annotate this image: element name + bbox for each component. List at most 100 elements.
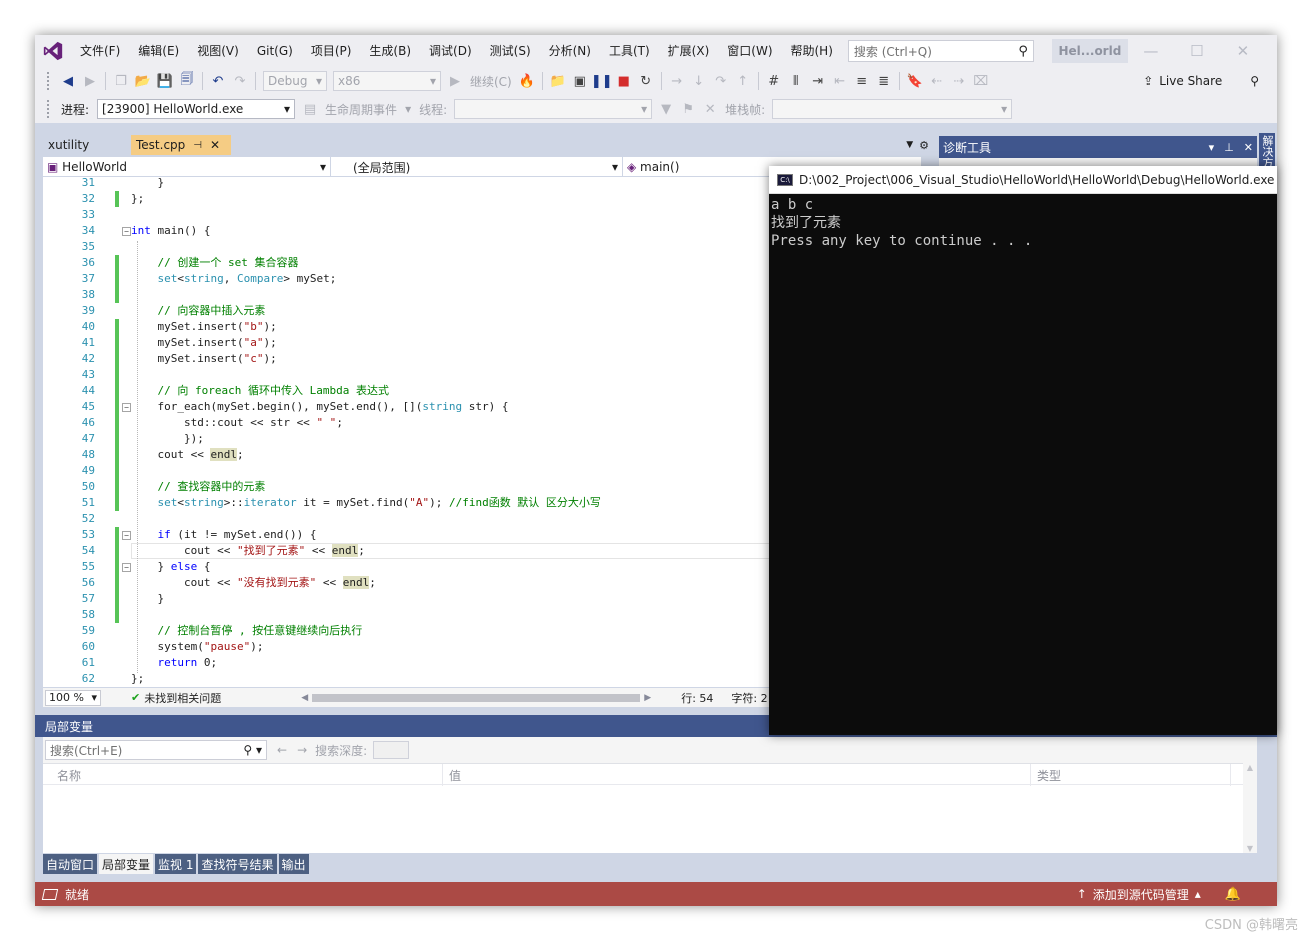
step-into-icon[interactable]: ↓ [688,70,710,92]
stackframe-select[interactable]: ▾ [772,99,1013,119]
collapse-icon[interactable]: − [122,531,131,540]
stop-icon[interactable]: ■ [613,70,635,92]
close-icon[interactable]: ✕ [210,138,220,152]
pin-icon[interactable]: ⊣ [193,140,202,151]
toolbar-grip[interactable] [47,72,51,90]
menu-debug[interactable]: 调试(D) [420,35,481,67]
menu-build[interactable]: 生成(B) [360,35,420,67]
search-forward-icon[interactable]: → [297,743,307,757]
redo-icon[interactable]: ↷ [229,70,251,92]
scroll-left-icon[interactable]: ◀ [301,693,308,703]
navigate-back-icon[interactable]: ◀ [57,70,79,92]
minimize-icon[interactable]: — [1128,42,1174,60]
bookmark-icon[interactable]: 🔖 [904,70,926,92]
hot-reload-icon[interactable]: 🔥 [516,70,538,92]
collapse-icon[interactable]: − [122,403,131,412]
menu-help[interactable]: 帮助(H) [782,35,842,67]
prev-bookmark-icon[interactable]: ⇠ [926,70,948,92]
browse-folder-icon[interactable]: 📁 [547,70,569,92]
menu-extensions[interactable]: 扩展(X) [659,35,719,67]
open-file-icon[interactable]: 📂 [132,70,154,92]
menu-tools[interactable]: 工具(T) [600,35,659,67]
tab-list-dropdown-icon[interactable]: ▼ [906,140,913,150]
scroll-right-icon[interactable]: ▶ [644,693,651,703]
zoom-select[interactable]: 100 % ▾ [45,689,101,706]
outdent-icon[interactable]: ⇤ [829,70,851,92]
new-project-icon[interactable]: ❐ [110,70,132,92]
pin-icon[interactable]: ⊥ [1224,141,1234,154]
menu-file[interactable]: 文件(F) [71,35,129,67]
tab-output[interactable]: 输出 [278,854,309,874]
hex-display-icon[interactable]: # [763,70,785,92]
tab-locals[interactable]: 局部变量 [99,854,154,874]
console-window[interactable]: C:\ D:\002_Project\006_Visual_Studio\Hel… [769,166,1277,735]
feedback-icon[interactable]: ⚲ [1250,74,1259,88]
pause-icon[interactable]: ❚❚ [591,70,613,92]
toolbar-grip[interactable] [47,100,51,118]
project-select[interactable]: ▣ HelloWorld ▾ [43,157,331,177]
filter-icon[interactable]: ▼ [655,98,677,120]
step-out-icon[interactable]: ↑ [732,70,754,92]
menu-edit[interactable]: 编辑(E) [129,35,188,67]
menu-test[interactable]: 测试(S) [481,35,540,67]
vertical-scrollbar[interactable]: ▲ ▼ [1243,763,1257,853]
live-share-button[interactable]: ⇪ Live Share ⚲ [1143,74,1259,88]
show-flagged-icon[interactable]: ✕ [699,98,721,120]
menu-git[interactable]: Git(G) [248,35,302,67]
scroll-down-icon[interactable]: ▼ [1247,844,1253,853]
comment-icon[interactable]: ≡ [851,70,873,92]
maximize-icon[interactable]: ☐ [1174,42,1220,60]
step-over-icon[interactable]: ↷ [710,70,732,92]
screenshot-icon[interactable]: ▣ [569,70,591,92]
menu-window[interactable]: 窗口(W) [718,35,781,67]
global-search-input[interactable]: 搜索 (Ctrl+Q) ⚲ [847,40,1034,62]
close-icon[interactable]: ✕ [1244,141,1253,154]
column-header-value[interactable]: 值 [443,764,1031,786]
menu-project[interactable]: 项目(P) [302,35,361,67]
configuration-select[interactable]: Debug ▾ [263,71,327,91]
navigate-forward-icon[interactable]: ▶ [79,70,101,92]
process-select[interactable]: [23900] HelloWorld.exe ▾ [97,99,296,119]
scope-select[interactable]: (全局范围) ▾ [331,157,623,177]
tab-find-symbol-results[interactable]: 查找符号结果 [198,854,277,874]
gear-icon[interactable]: ⚙ [919,139,929,152]
lifecycle-events-button[interactable]: 生命周期事件 [325,101,397,118]
tab-autos[interactable]: 自动窗口 [43,854,98,874]
continue-button[interactable]: 继续(C) [470,73,512,90]
search-back-icon[interactable]: ← [277,743,287,757]
restart-icon[interactable]: ↻ [635,70,657,92]
scrollbar-thumb[interactable] [312,693,641,702]
clear-bookmarks-icon[interactable]: ⌧ [970,70,992,92]
column-header-name[interactable]: 名称 [43,764,443,786]
platform-select[interactable]: x86 ▾ [333,71,441,91]
tab-watch-1[interactable]: 监视 1 [155,854,197,874]
tab-test-cpp[interactable]: Test.cpp ⊣ ✕ [131,135,231,155]
show-next-statement-icon[interactable]: → [666,70,688,92]
next-bookmark-icon[interactable]: ⇢ [948,70,970,92]
menu-analyze[interactable]: 分析(N) [540,35,600,67]
search-depth-select[interactable] [373,741,410,759]
indent-icon[interactable]: ⇥ [807,70,829,92]
tab-xutility[interactable]: xutility [43,135,131,155]
undo-icon[interactable]: ↶ [207,70,229,92]
notification-bell-icon[interactable]: 🔔 [1225,887,1241,902]
locals-search-input[interactable]: 搜索(Ctrl+E) ⚲ ▾ [45,740,267,760]
add-to-source-control-button[interactable]: ↑ 添加到源代码管理 ▴ [1077,886,1201,903]
horizontal-scrollbar[interactable]: ◀ ▶ [301,692,651,704]
solution-explorer-side-tab[interactable]: 解决方 [1259,133,1275,169]
continue-icon[interactable]: ▶ [444,70,466,92]
scroll-up-icon[interactable]: ▲ [1247,763,1253,772]
collapse-icon[interactable]: − [122,227,131,236]
lifecycle-events-icon[interactable]: ▤ [299,98,321,120]
uncomment-icon[interactable]: ≣ [873,70,895,92]
collapse-icon[interactable]: − [122,563,131,572]
column-header-type[interactable]: 类型 [1031,764,1231,786]
close-window-icon[interactable]: ✕ [1220,42,1266,60]
console-title-bar[interactable]: C:\ D:\002_Project\006_Visual_Studio\Hel… [769,166,1277,194]
save-all-icon[interactable]: 🗐 [176,70,198,92]
menu-view[interactable]: 视图(V) [188,35,248,67]
thread-icon[interactable]: ⫴ [785,70,807,92]
flag-thread-icon[interactable]: ⚑ [677,98,699,120]
save-icon[interactable]: 💾 [154,70,176,92]
thread-select[interactable]: ▾ [454,99,653,119]
